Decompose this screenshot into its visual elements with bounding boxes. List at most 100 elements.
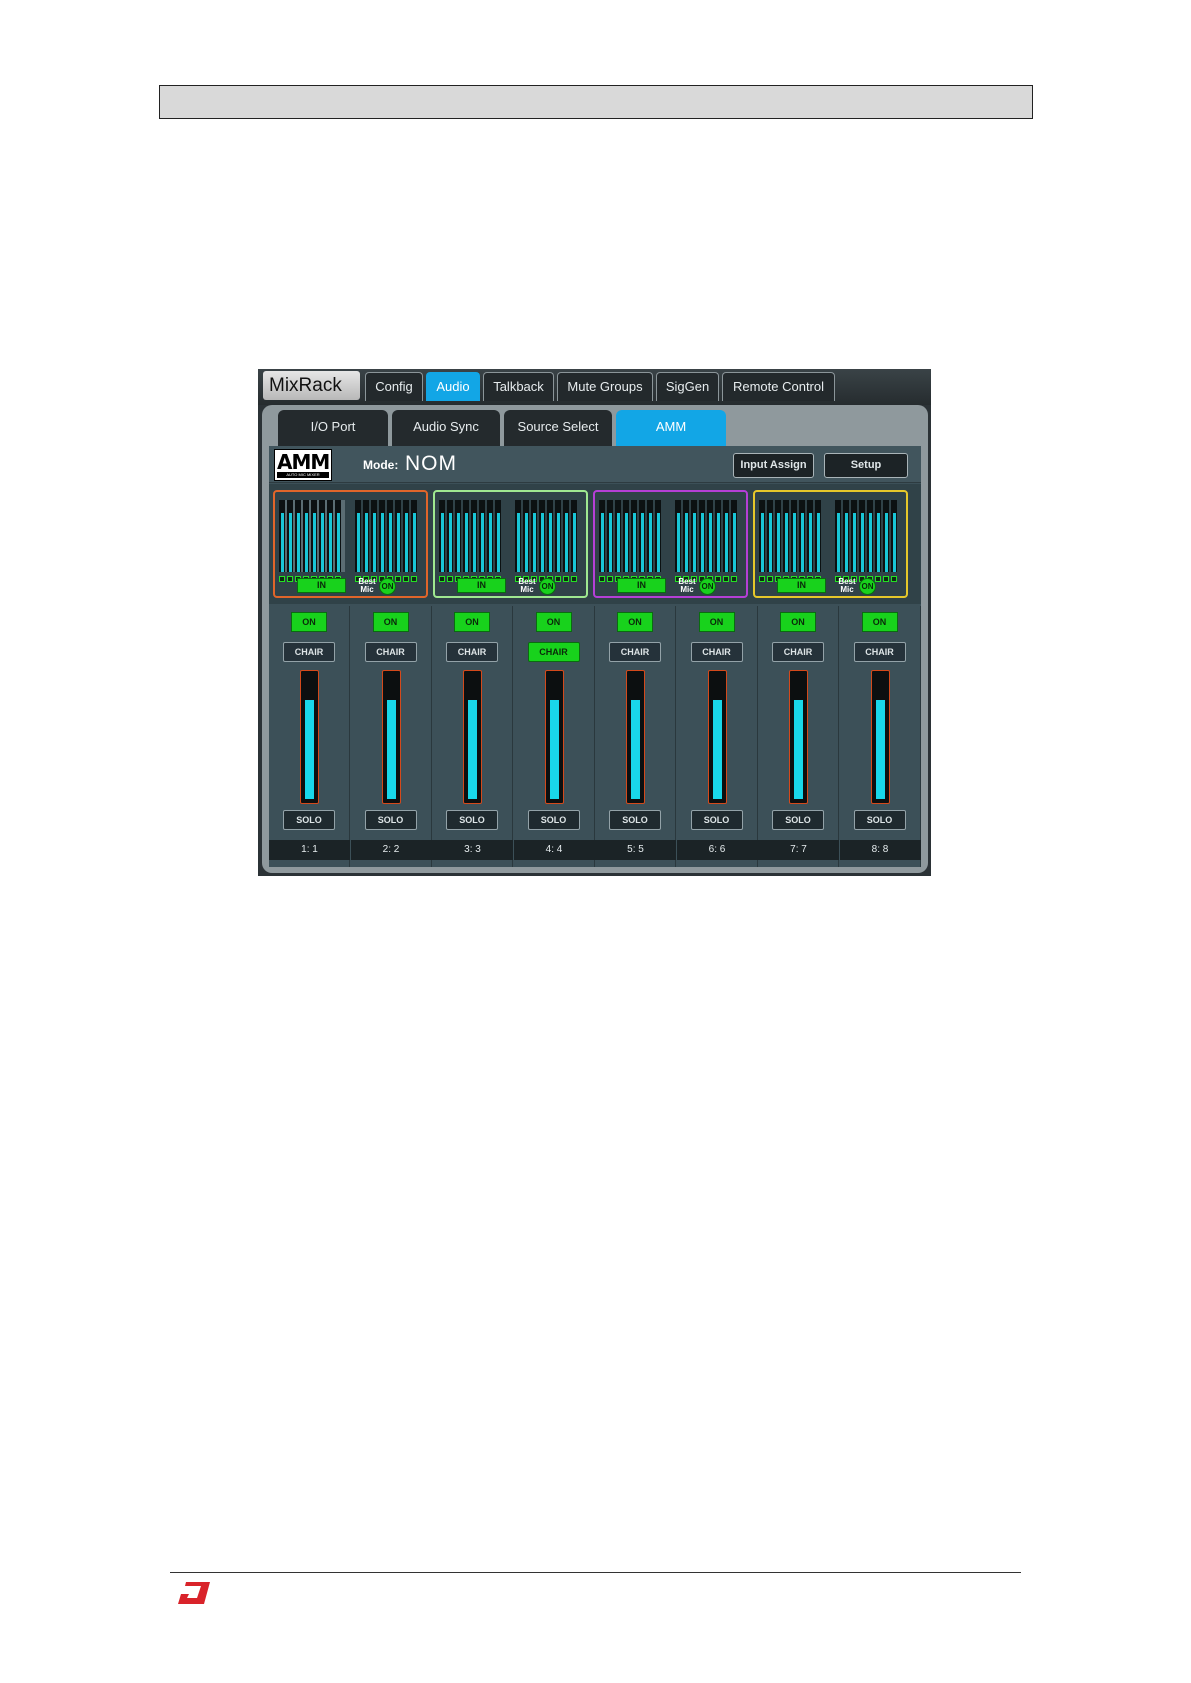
group-in-button[interactable]: IN <box>617 578 666 593</box>
level-meter <box>655 500 661 572</box>
level-meter <box>883 500 889 572</box>
channel-name-label: 8: 8 <box>839 840 921 860</box>
level-meter-fill <box>793 512 796 572</box>
level-meter-fill <box>357 512 360 572</box>
channel-chair-button[interactable]: CHAIR <box>527 642 580 662</box>
tab-config[interactable]: Config <box>365 372 423 401</box>
subtab-amm[interactable]: AMM <box>616 410 726 446</box>
mode-value[interactable]: NOM <box>405 452 457 476</box>
level-meter-fill <box>489 512 492 572</box>
level-meter-fill <box>533 512 536 572</box>
level-meter-fill <box>557 512 560 572</box>
group-in-button[interactable]: IN <box>457 578 506 593</box>
level-meter-fill <box>329 512 332 572</box>
level-meter-fill <box>693 512 696 572</box>
meter-bank <box>835 500 901 582</box>
level-meter-fill <box>617 512 620 572</box>
channel-solo-button[interactable]: SOLO <box>853 810 906 830</box>
level-meter <box>563 500 569 572</box>
meter-bank <box>675 500 741 582</box>
best-mic-on-button[interactable]: ON <box>859 578 876 595</box>
level-meter-fill <box>381 512 384 572</box>
level-meter-fill <box>641 512 644 572</box>
input-assign-button[interactable]: Input Assign <box>733 453 814 478</box>
gate-led <box>731 576 737 582</box>
level-meter-fill <box>817 512 820 572</box>
channel-on-button[interactable]: ON <box>861 612 898 632</box>
level-meter <box>411 500 417 572</box>
setup-button[interactable]: Setup <box>824 453 908 478</box>
amm-logo: AMM AUTO MIC MIXER <box>274 449 332 481</box>
channel-chair-button[interactable]: CHAIR <box>609 642 661 662</box>
channel-chair-button[interactable]: CHAIR <box>364 642 417 662</box>
level-meter-fill <box>869 512 872 572</box>
channel-solo-button[interactable]: SOLO <box>283 810 335 830</box>
level-meter <box>699 500 705 572</box>
tab-remote-control[interactable]: Remote Control <box>722 372 835 401</box>
channel-chair-button[interactable]: CHAIR <box>283 642 335 662</box>
level-meter <box>867 500 873 572</box>
level-meter-fill <box>389 512 392 572</box>
audio-panel: I/O Port Audio Sync Source Select AMM AM… <box>262 405 928 873</box>
channel-on-button[interactable]: ON <box>372 612 409 632</box>
group-in-button[interactable]: IN <box>777 578 826 593</box>
channel-solo-button[interactable]: SOLO <box>364 810 417 830</box>
channel-chair-button[interactable]: CHAIR <box>690 642 743 662</box>
channel-on-button[interactable]: ON <box>780 612 816 632</box>
tab-talkback[interactable]: Talkback <box>483 372 554 401</box>
channel-solo-button[interactable]: SOLO <box>690 810 743 830</box>
level-meter <box>371 500 377 572</box>
channel-gain-meter <box>707 670 727 804</box>
level-meter-fill <box>677 512 680 572</box>
gate-led <box>891 576 897 582</box>
level-meter-fill <box>777 512 780 572</box>
level-meter-fill <box>625 512 628 572</box>
level-meter <box>607 500 613 572</box>
tab-mute-groups[interactable]: Mute Groups <box>557 372 653 401</box>
level-meter-fill <box>725 512 728 572</box>
channel-solo-button[interactable]: SOLO <box>609 810 661 830</box>
level-meter-fill <box>405 512 408 572</box>
best-mic-on-button[interactable]: ON <box>539 578 556 595</box>
level-meter <box>647 500 653 572</box>
group-in-button[interactable]: IN <box>297 578 346 593</box>
channel-chair-button[interactable]: CHAIR <box>446 642 498 662</box>
channel-on-button[interactable]: ON <box>698 612 735 632</box>
level-meter-fill <box>809 512 812 572</box>
channel-chair-button[interactable]: CHAIR <box>772 642 824 662</box>
channel-strip-6: ON CHAIR SOLO 6: 6 <box>676 606 758 867</box>
level-meter <box>495 500 501 572</box>
channel-solo-button[interactable]: SOLO <box>446 810 498 830</box>
best-mic-on-button[interactable]: ON <box>699 578 716 595</box>
level-meter-fill <box>885 512 888 572</box>
best-mic-on-button[interactable]: ON <box>379 578 396 595</box>
level-meter <box>571 500 577 572</box>
channel-name-label: 4: 4 <box>513 840 595 860</box>
level-meter-fill <box>457 512 460 572</box>
channel-on-button[interactable]: ON <box>617 612 653 632</box>
level-meter <box>623 500 629 572</box>
channel-chair-button[interactable]: CHAIR <box>853 642 906 662</box>
subtab-audio-sync[interactable]: Audio Sync <box>392 410 500 446</box>
subtab-io-port[interactable]: I/O Port <box>278 410 388 446</box>
subtab-source-select[interactable]: Source Select <box>504 410 612 446</box>
channel-solo-button[interactable]: SOLO <box>772 810 824 830</box>
channel-gain-fill <box>712 700 722 799</box>
tab-siggen[interactable]: SigGen <box>656 372 719 401</box>
level-meter <box>891 500 897 572</box>
level-meter <box>363 500 369 572</box>
channel-on-button[interactable]: ON <box>291 612 327 632</box>
level-meter <box>311 500 317 572</box>
channel-gain-meter <box>463 670 482 804</box>
channel-gain-fill <box>631 700 640 799</box>
channel-strips: ON CHAIR SOLO 1: 1 ON CHAIR SOLO 2: 2 ON CHAIR SOL… <box>269 606 921 867</box>
best-mic-label-line2: Mic <box>680 585 694 594</box>
channel-on-button[interactable]: ON <box>454 612 490 632</box>
channel-on-button[interactable]: ON <box>535 612 572 632</box>
tab-audio[interactable]: Audio <box>426 372 480 401</box>
level-meter <box>455 500 461 572</box>
mixrack-screen: MixRack Config Audio Talkback Mute Group… <box>258 369 931 876</box>
gate-led <box>759 576 765 582</box>
channel-strip-2: ON CHAIR SOLO 2: 2 <box>350 606 432 867</box>
channel-solo-button[interactable]: SOLO <box>527 810 580 830</box>
